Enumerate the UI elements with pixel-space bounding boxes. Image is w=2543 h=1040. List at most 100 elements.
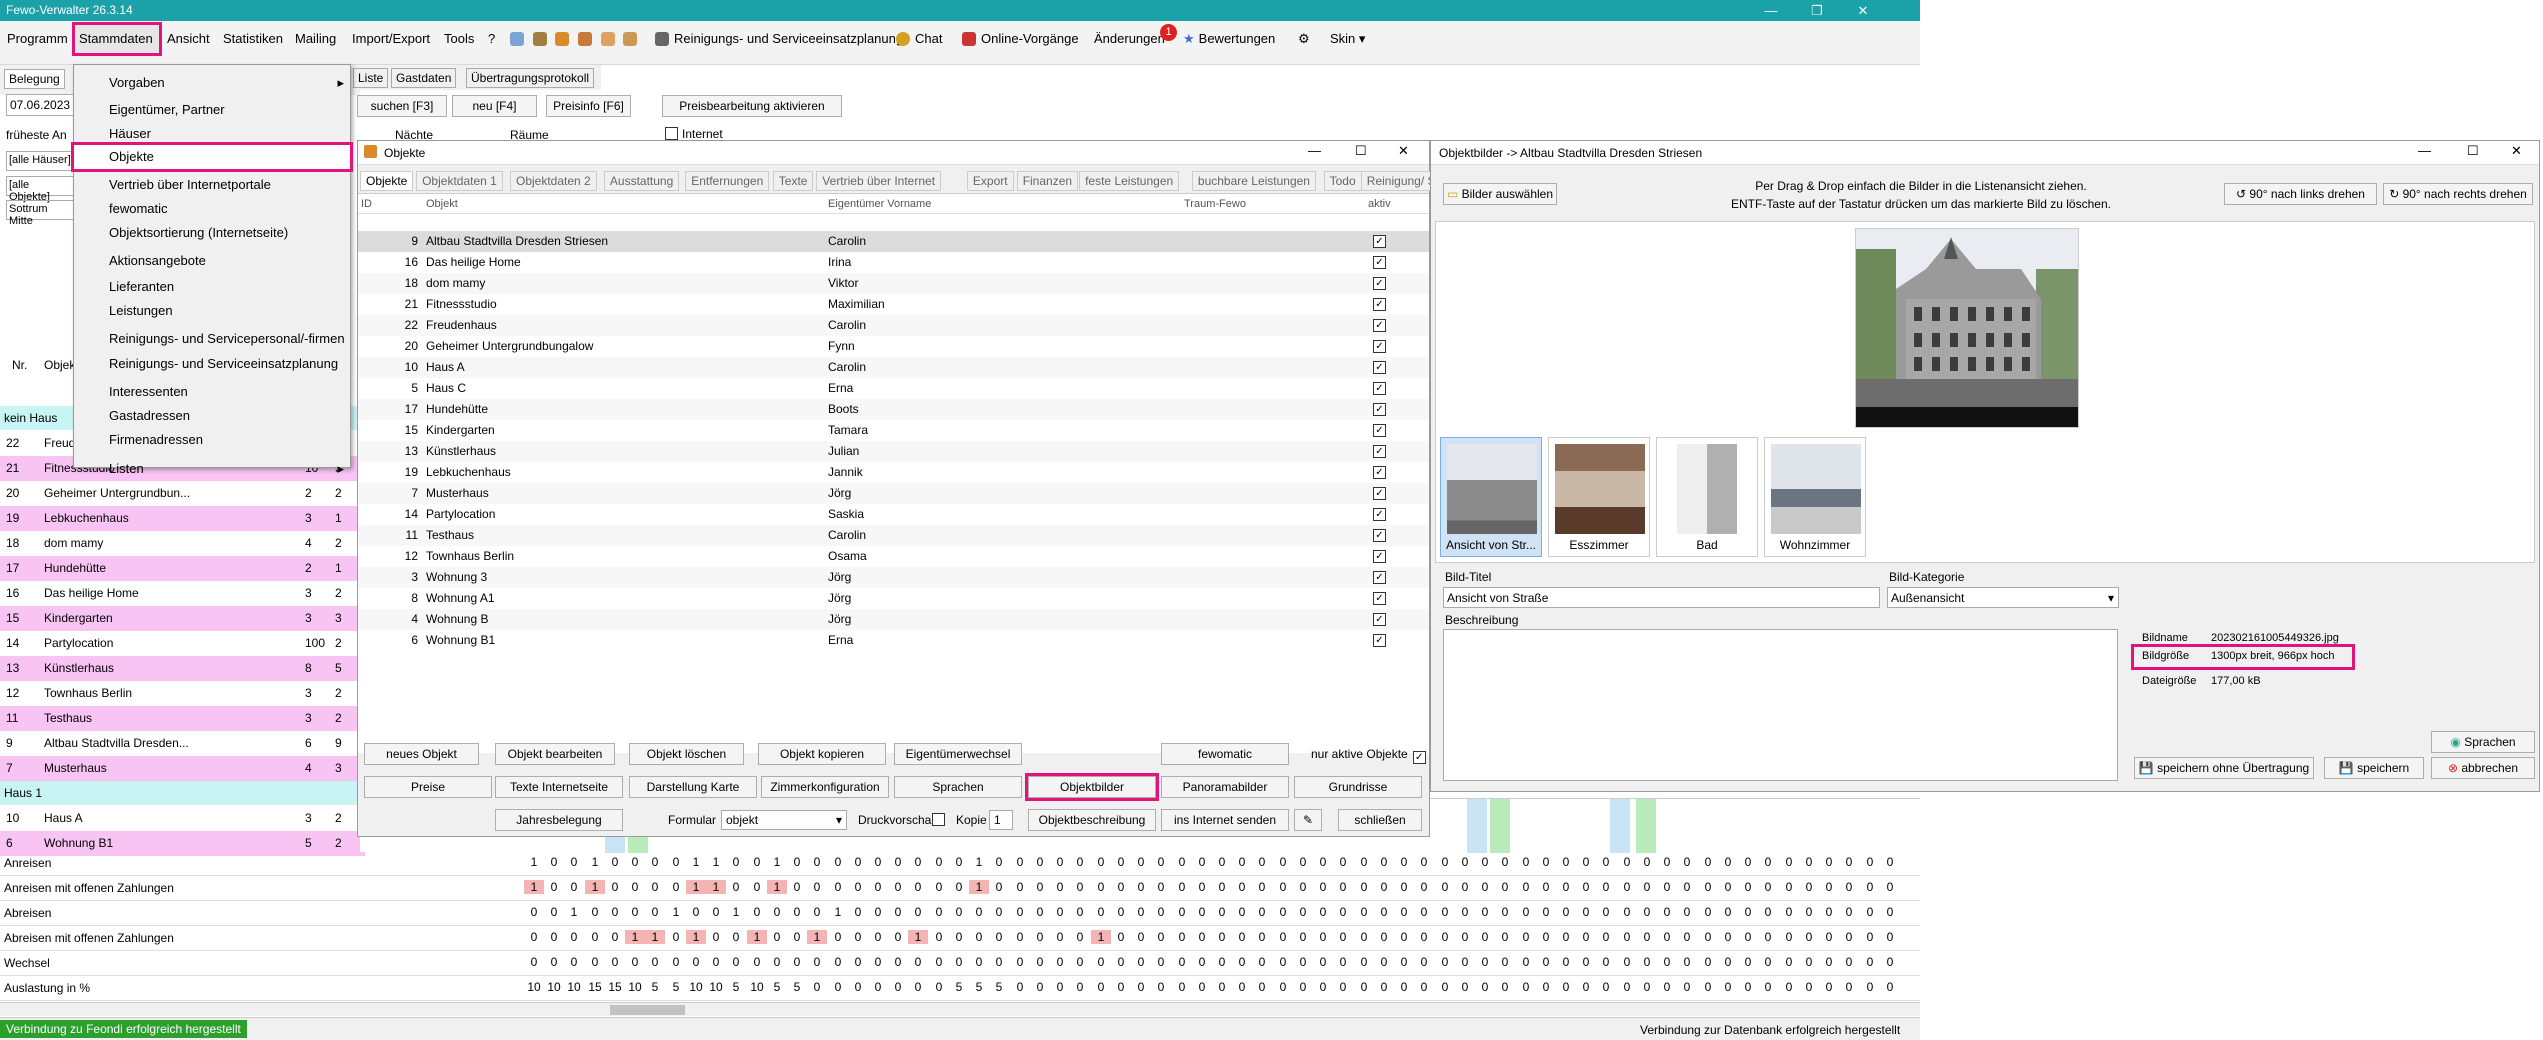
chat-button[interactable]: Chat <box>896 31 942 46</box>
save-without-transfer-button[interactable]: 💾 speichern ohne Übertragung <box>2134 757 2314 779</box>
active-checkbox[interactable]: ✓ <box>1373 361 1386 374</box>
dropdown-item-9[interactable]: Leistungen <box>74 299 350 323</box>
table-row[interactable]: 8 Wohnung A1 Jörg ✓ <box>358 588 1429 609</box>
table-row[interactable]: 5 Haus C Erna ✓ <box>358 378 1429 399</box>
active-checkbox[interactable]: ✓ <box>1373 277 1386 290</box>
reviews-button[interactable]: ★ Bewertungen <box>1183 31 1275 47</box>
table-row[interactable]: 18 dom mamy Viktor ✓ <box>358 273 1429 294</box>
clipboard-icon[interactable] <box>623 32 638 46</box>
active-checkbox[interactable]: ✓ <box>1373 319 1386 332</box>
active-checkbox[interactable]: ✓ <box>1373 403 1386 416</box>
guest-icon[interactable] <box>577 32 592 46</box>
table-row[interactable]: 17 Hundehütte Boots ✓ <box>358 399 1429 420</box>
image-list-area[interactable]: Ansicht von Str... Esszimmer Bad Wohnzim… <box>1435 221 2535 563</box>
close-button[interactable]: ✕ <box>1840 0 1886 21</box>
list-item[interactable]: 16 Das heilige Home 3 2 <box>0 581 365 606</box>
table-row[interactable]: 21 Fitnessstudio Maximilian ✓ <box>358 294 1429 315</box>
object-description-button[interactable]: Objektbeschreibung <box>1028 809 1156 831</box>
table-row[interactable]: 10 Haus A Carolin ✓ <box>358 357 1429 378</box>
minimize-button[interactable]: — <box>1748 0 1794 21</box>
thumb-2[interactable]: Bad <box>1656 437 1758 557</box>
user-icon[interactable] <box>600 32 615 46</box>
active-checkbox[interactable]: ✓ <box>1373 424 1386 437</box>
print-preview-checkbox[interactable] <box>932 813 945 826</box>
list-item[interactable]: 9 Altbau Stadtvilla Dresden... 6 9 <box>0 731 365 756</box>
active-checkbox[interactable]: ✓ <box>1373 466 1386 479</box>
object-filter[interactable]: [alle Objekte] <box>6 176 74 203</box>
edit-icon-button[interactable]: ✎ <box>1294 809 1322 831</box>
active-checkbox[interactable]: ✓ <box>1373 256 1386 269</box>
house-icon[interactable] <box>555 32 570 46</box>
fewomatic-button[interactable]: fewomatic <box>1161 743 1289 765</box>
maximize-button[interactable]: ☐ <box>2467 143 2479 159</box>
minimize-button[interactable]: — <box>2418 143 2431 158</box>
table-row[interactable]: 22 Freudenhaus Carolin ✓ <box>358 315 1429 336</box>
dropdown-item-6[interactable]: Objektsortierung (Internetseite) <box>74 221 350 245</box>
dropdown-item-10[interactable]: Reinigungs- und Servicepersonal/-firmen <box>74 327 350 351</box>
tab-protokoll[interactable]: Übertragungsprotokoll <box>466 68 595 88</box>
floorplans-button[interactable]: Grundrisse <box>1294 776 1422 798</box>
owner-icon[interactable] <box>532 32 547 46</box>
list-item[interactable]: 14 Partylocation 100 2 <box>0 631 365 656</box>
panorama-button[interactable]: Panoramabilder <box>1161 776 1289 798</box>
table-row[interactable]: 4 Wohnung B Jörg ✓ <box>358 609 1429 630</box>
owner-change-button[interactable]: Eigentümerwechsel <box>894 743 1022 765</box>
table-row[interactable]: 7 Musterhaus Jörg ✓ <box>358 483 1429 504</box>
maximize-button[interactable]: ❐ <box>1794 0 1840 21</box>
tab-liste[interactable]: Liste <box>353 68 389 88</box>
tab-6[interactable]: Vertrieb über Internet <box>816 171 942 191</box>
dropdown-item-1[interactable]: Eigentümer, Partner <box>74 98 350 122</box>
copy-object-button[interactable]: Objekt kopieren <box>758 743 886 765</box>
dropdown-item-4[interactable]: Vertrieb über Internetportale <box>74 173 350 197</box>
thumb-3[interactable]: Wohnzimmer <box>1764 437 1866 557</box>
dropdown-item-0[interactable]: Vorgaben ▸ <box>74 71 350 95</box>
tab-7[interactable]: Export <box>966 171 1014 191</box>
col-traum[interactable]: Traum-Fewo <box>1184 198 1246 210</box>
internet-filter[interactable]: Internet <box>665 127 723 141</box>
col-owner[interactable]: Eigentümer Vorname <box>828 198 931 210</box>
tab-2[interactable]: Objektdaten 2 <box>510 171 597 191</box>
dropdown-item-15[interactable]: Listen ▸ <box>74 457 350 481</box>
changes-button[interactable]: Änderungen <box>1094 31 1165 46</box>
close-button[interactable]: ✕ <box>1398 143 1409 159</box>
active-checkbox[interactable]: ✓ <box>1373 235 1386 248</box>
tab-gastdaten[interactable]: Gastdaten <box>391 68 457 88</box>
dropdown-item-3[interactable]: Objekte <box>71 142 353 172</box>
list-item[interactable]: 7 Musterhaus 4 3 <box>0 756 365 781</box>
table-row[interactable]: 9 Altbau Stadtvilla Dresden Striesen Carol… <box>358 231 1429 252</box>
tab-3[interactable]: Ausstattung <box>603 171 680 191</box>
list-item[interactable]: 13 Künstlerhaus 8 5 <box>0 656 365 681</box>
active-checkbox[interactable]: ✓ <box>1373 445 1386 458</box>
image-title-input[interactable]: Ansicht von Straße <box>1443 587 1880 608</box>
active-checkbox[interactable]: ✓ <box>1373 634 1386 647</box>
map-display-button[interactable]: Darstellung Karte <box>629 776 757 798</box>
table-row[interactable]: 15 Kindergarten Tamara ✓ <box>358 420 1429 441</box>
active-checkbox[interactable]: ✓ <box>1373 613 1386 626</box>
table-row[interactable]: 12 Townhaus Berlin Osama ✓ <box>358 546 1429 567</box>
web-texts-button[interactable]: Texte Internetseite <box>495 776 623 798</box>
list-item[interactable]: 12 Townhaus Berlin 3 2 <box>0 681 365 706</box>
list-item[interactable]: 15 Kindergarten 3 3 <box>0 606 365 631</box>
form-select[interactable]: objekt ▾ <box>721 810 847 830</box>
table-row[interactable]: 6 Wohnung B1 Erna ✓ <box>358 630 1429 651</box>
table-row[interactable]: 13 Künstlerhaus Julian ✓ <box>358 441 1429 462</box>
skin-menu[interactable]: Skin ▾ <box>1330 31 1365 47</box>
rotate-right-button[interactable]: ↻ 90° nach rechts drehen <box>2383 183 2533 205</box>
cleaning-planning[interactable]: Reinigungs- und Serviceeinsatzplanung <box>655 31 903 46</box>
languages-button[interactable]: ◉ Sprachen <box>2431 731 2535 753</box>
tab-11[interactable]: Todo <box>1323 171 1362 191</box>
online-processes-button[interactable]: Online-Vorgänge <box>962 31 1079 46</box>
table-row[interactable]: 11 Testhaus Carolin ✓ <box>358 525 1429 546</box>
new-button[interactable]: neu [F4] <box>452 95 537 117</box>
close-objekte-button[interactable]: schließen <box>1338 809 1422 831</box>
dropdown-item-7[interactable]: Aktionsangebote <box>74 249 350 273</box>
tab-5[interactable]: Texte <box>772 171 814 191</box>
tab-9[interactable]: feste Leistungen <box>1079 171 1180 191</box>
location-filter[interactable]: Sottrum Mitte <box>6 200 74 227</box>
room-config-button[interactable]: Zimmerkonfiguration <box>761 776 889 798</box>
col-objekt[interactable]: Objekt <box>426 198 458 210</box>
maximize-button[interactable]: ☐ <box>1355 143 1367 159</box>
languages-button[interactable]: Sprachen <box>894 776 1022 798</box>
cancel-button[interactable]: ⊗ abbrechen <box>2431 757 2535 779</box>
active-checkbox[interactable]: ✓ <box>1373 298 1386 311</box>
